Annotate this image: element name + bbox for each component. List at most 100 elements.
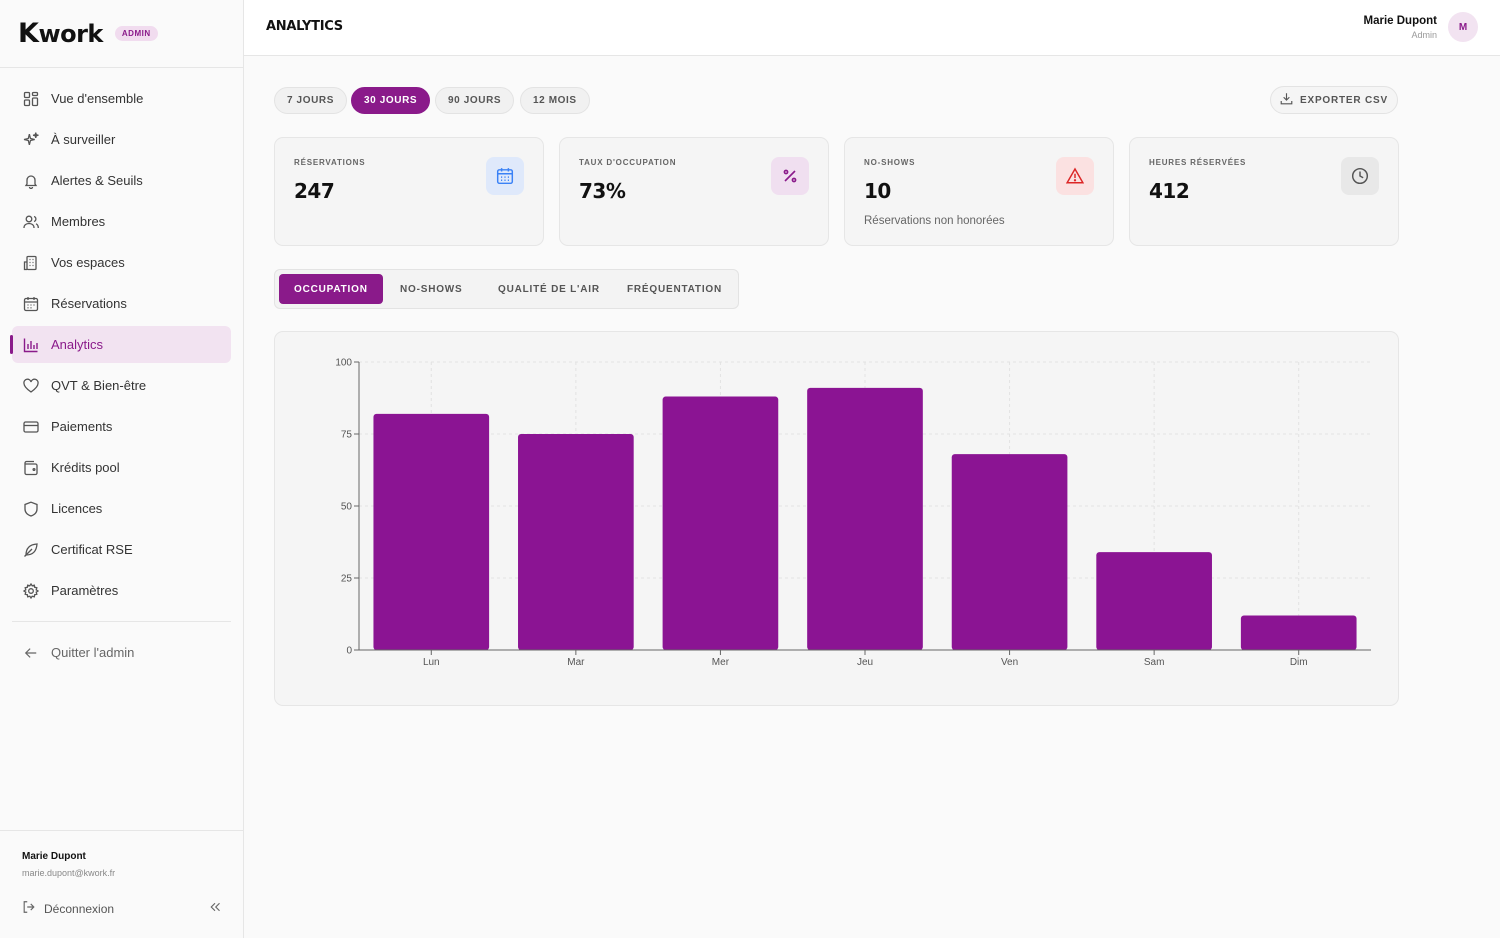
sidebar-item-label: Analytics xyxy=(51,337,104,352)
clock-icon xyxy=(1341,157,1379,195)
sidebar-item-label: Vos espaces xyxy=(51,255,125,270)
collapse-sidebar-icon[interactable] xyxy=(209,901,221,916)
period-90-days[interactable]: 90 JOURS xyxy=(435,87,515,114)
logout-label: Déconnexion xyxy=(44,901,115,916)
page-title: ANALYTICS xyxy=(266,19,343,34)
sidebar-item-watch[interactable]: À surveiller xyxy=(12,121,231,158)
sidebar-item-overview[interactable]: Vue d'ensemble xyxy=(12,80,231,117)
export-csv-button[interactable]: EXPORTER CSV xyxy=(1270,86,1398,114)
sidebar-nav: Vue d'ensemble À surveiller Alertes & Se… xyxy=(0,68,243,671)
sidebar-item-label: QVT & Bien-être xyxy=(51,378,147,393)
kpi-subtitle: Réservations non honorées xyxy=(864,215,1005,227)
tab-air-quality[interactable]: QUALITÉ DE L'AIR xyxy=(483,274,615,304)
chart-tabs: OCCUPATION NO-SHOWS QUALITÉ DE L'AIR FRÉ… xyxy=(274,269,739,309)
logout-button[interactable]: Déconnexion xyxy=(22,900,114,917)
period-12-months[interactable]: 12 MOIS xyxy=(520,87,590,114)
logout-icon xyxy=(22,900,36,917)
y-tick-label: 0 xyxy=(346,646,352,657)
sidebar: Kwork ADMIN Vue d'ensemble À surveiller … xyxy=(0,0,244,938)
sidebar-footer: Marie Dupont marie.dupont@kwork.fr Décon… xyxy=(0,830,243,938)
export-csv-label: EXPORTER CSV xyxy=(1300,94,1388,106)
logo[interactable]: Kwork xyxy=(18,18,103,49)
building-icon xyxy=(22,254,40,272)
logo-initial: K xyxy=(18,18,39,49)
shield-icon xyxy=(22,500,40,518)
bar-mar xyxy=(518,434,634,650)
bar-dim xyxy=(1240,615,1357,650)
brand: Kwork ADMIN xyxy=(0,0,243,68)
calendar-icon xyxy=(22,295,40,313)
footer-user-email: marie.dupont@kwork.fr xyxy=(22,868,116,878)
sidebar-item-payments[interactable]: Paiements xyxy=(12,408,231,445)
sidebar-item-label: Paiements xyxy=(51,419,113,434)
kpi-card-hours: HEURES RÉSERVÉES 412 xyxy=(1129,137,1399,246)
y-tick-label: 50 xyxy=(341,502,353,513)
logo-text: work xyxy=(38,20,103,48)
calendar-icon xyxy=(486,157,524,195)
sidebar-item-label: Vue d'ensemble xyxy=(51,91,144,106)
bar-sam xyxy=(1096,552,1212,650)
sidebar-item-members[interactable]: Membres xyxy=(12,203,231,240)
header-user-name: Marie Dupont xyxy=(1363,14,1437,27)
gear-icon xyxy=(22,582,40,600)
leaf-icon xyxy=(22,541,40,559)
quit-admin-label: Quitter l'admin xyxy=(51,645,135,660)
kpi-card-no-shows: NO-SHOWS 10 Réservations non honorées xyxy=(844,137,1114,246)
x-tick-label: Dim xyxy=(1290,657,1308,668)
bar-lun xyxy=(373,413,490,650)
sidebar-item-alerts[interactable]: Alertes & Seuils xyxy=(12,162,231,199)
sidebar-item-settings[interactable]: Paramètres xyxy=(12,572,231,609)
download-icon xyxy=(1280,92,1293,108)
wallet-icon xyxy=(22,459,40,477)
footer-user-name: Marie Dupont xyxy=(22,851,86,862)
sidebar-item-label: À surveiller xyxy=(51,132,116,147)
bar-mer xyxy=(662,396,779,650)
kpi-card-occupation: TAUX D'OCCUPATION 73% xyxy=(559,137,829,246)
sidebar-item-licences[interactable]: Licences xyxy=(12,490,231,527)
y-tick-label: 25 xyxy=(341,574,353,585)
sidebar-item-wellbeing[interactable]: QVT & Bien-être xyxy=(12,367,231,404)
sidebar-item-rse[interactable]: Certificat RSE xyxy=(12,531,231,568)
sidebar-item-spaces[interactable]: Vos espaces xyxy=(12,244,231,281)
tab-attendance[interactable]: FRÉQUENTATION xyxy=(612,274,737,304)
occupation-chart-card: 0 25 50 75 100 Lun Mar Mer Jeu Ven Sam Dim xyxy=(274,331,1399,706)
sidebar-item-label: Paramètres xyxy=(51,583,119,598)
tab-occupation[interactable]: OCCUPATION xyxy=(279,274,383,304)
occupation-bar-chart: 0 25 50 75 100 Lun Mar Mer Jeu Ven Sam Dim xyxy=(335,358,1371,668)
sidebar-item-label: Réservations xyxy=(51,296,127,311)
period-7-days[interactable]: 7 JOURS xyxy=(274,87,347,114)
y-tick-label: 100 xyxy=(335,358,352,369)
sidebar-item-reservations[interactable]: Réservations xyxy=(12,285,231,322)
x-tick-label: Jeu xyxy=(857,657,873,668)
heart-icon xyxy=(22,377,40,395)
percent-icon xyxy=(771,157,809,195)
sidebar-item-label: Licences xyxy=(51,501,103,516)
sidebar-item-credits[interactable]: Krédits pool xyxy=(12,449,231,486)
sidebar-item-label: Krédits pool xyxy=(51,460,120,475)
kpi-card-reservations: RÉSERVATIONS 247 xyxy=(274,137,544,246)
header-user-role: Admin xyxy=(1411,29,1437,40)
sidebar-item-analytics[interactable]: Analytics xyxy=(10,326,231,363)
admin-badge: ADMIN xyxy=(114,26,158,41)
sidebar-item-label: Membres xyxy=(51,214,106,229)
sidebar-divider xyxy=(12,621,231,622)
grid-icon xyxy=(22,90,40,108)
bar-jeu xyxy=(807,387,923,650)
sidebar-item-label: Alertes & Seuils xyxy=(51,173,143,188)
x-tick-label: Sam xyxy=(1144,657,1165,668)
credit-card-icon xyxy=(22,418,40,436)
sparkles-icon xyxy=(22,131,40,149)
quit-admin-link[interactable]: Quitter l'admin xyxy=(12,634,231,671)
avatar[interactable]: M xyxy=(1448,12,1478,42)
period-30-days[interactable]: 30 JOURS xyxy=(351,87,431,114)
bar-chart-icon xyxy=(22,336,40,354)
bar-ven xyxy=(951,454,1068,650)
x-tick-label: Mar xyxy=(567,657,585,668)
alert-triangle-icon xyxy=(1056,157,1094,195)
arrow-left-icon xyxy=(22,644,40,662)
tab-no-shows[interactable]: NO-SHOWS xyxy=(385,274,478,304)
user-menu[interactable]: Marie Dupont Admin M xyxy=(1364,12,1478,42)
x-tick-label: Lun xyxy=(423,657,440,668)
bell-icon xyxy=(22,172,40,190)
topbar: ANALYTICS Marie Dupont Admin M xyxy=(244,0,1500,56)
